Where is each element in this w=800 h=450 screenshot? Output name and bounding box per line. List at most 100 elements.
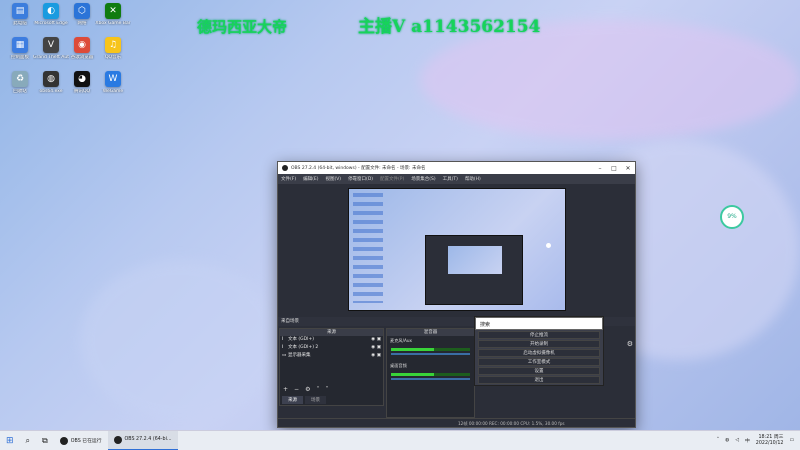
tray-chevron-icon[interactable]: ˄	[717, 438, 719, 443]
overlay-streamer-title: 德玛西亚大帝	[197, 18, 288, 36]
source-settings-icon[interactable]: ⚙	[305, 386, 310, 393]
obs-statusbar: 12帧 00:00:00 REC: 00:00:00 CPU: 1.5%, 30…	[278, 418, 635, 427]
menu-docks[interactable]: 停靠窗口(D)	[348, 176, 373, 182]
desktop-icon[interactable]: ✕ Xbox Game Bar	[95, 3, 131, 41]
close-button[interactable]: ✕	[621, 165, 635, 172]
tab-scenes[interactable]: 场景	[305, 396, 326, 404]
preview-desktop-icons	[353, 193, 383, 303]
move-up-icon[interactable]: ˄	[316, 386, 319, 393]
source-item[interactable]: ▭ 显示器采集 ◉ ▣	[280, 352, 383, 360]
start-recording-button[interactable]: 开始录制	[478, 340, 600, 348]
source-label: 显示器采集	[288, 353, 311, 358]
menu-tools[interactable]: 工具(T)	[443, 176, 458, 182]
eye-icon[interactable]: ◉	[371, 352, 375, 360]
start-button[interactable]: ⊞	[0, 431, 20, 450]
obs-logo-icon	[282, 165, 288, 171]
desktop-icon-label: WeGame	[102, 89, 124, 94]
app-icon: ◉	[74, 37, 90, 53]
wallpaper-swirl	[420, 20, 800, 140]
taskview-icon[interactable]: ⧉	[36, 431, 54, 450]
virtual-camera-button[interactable]: 启动虚拟摄像机	[478, 349, 600, 357]
menu-edit[interactable]: 编辑(E)	[303, 176, 318, 182]
sources-panel: 来源 I 文本 (GDI+) ◉ ▣ I 文本 (GDI+) 2 ◉ ▣ ▭ 显示器采集 ◉ ▣ …	[279, 328, 384, 406]
desktop-icon-label: Xbox Game Bar	[95, 21, 131, 26]
exit-button[interactable]: 退出	[478, 376, 600, 384]
obs-titlebar[interactable]: OBS 27.2.4 (64-bit, windows) - 配置文件: 未命名…	[278, 162, 635, 174]
app-icon: W	[105, 71, 121, 87]
settings-gear-icon[interactable]: ⚙	[627, 340, 633, 348]
obs-menubar: 文件(F) 编辑(E) 视图(V) 停靠窗口(D) 配置文件(P) 场景集合(S…	[278, 174, 635, 184]
taskbar: ⊞ ⌕ ⧉ OBS 已在运行 OBS 27.2.4 (64-bi... ˄ ◍ …	[0, 430, 800, 450]
taskbar-item-obs-window[interactable]: OBS 27.2.4 (64-bi...	[107, 430, 178, 450]
taskbar-item-obs-running[interactable]: OBS 已在运行	[54, 431, 108, 450]
search-icon[interactable]: ⌕	[20, 431, 36, 450]
eye-icon[interactable]: ◉	[371, 336, 375, 344]
app-icon: ♫	[105, 37, 121, 53]
overlay-contact-text: 主播V a1143562154	[358, 17, 541, 37]
remove-source-icon[interactable]: −	[294, 386, 299, 393]
taskbar-item-label: OBS 已在运行	[70, 439, 102, 444]
obs-preview[interactable]	[348, 188, 566, 311]
lock-icon[interactable]: ▣	[377, 352, 381, 360]
app-icon: ◕	[74, 71, 90, 87]
taskbar-item-label: OBS 27.2.4 (64-bi...	[124, 437, 172, 442]
lock-icon[interactable]: ▣	[377, 344, 381, 352]
source-label: 文本 (GDI+)	[288, 337, 314, 342]
preview-nested-screen	[448, 246, 502, 274]
stop-stream-button[interactable]: 停止推流	[478, 331, 600, 339]
menu-help[interactable]: 帮助(H)	[465, 176, 481, 182]
desktop-icon[interactable]: W WeGame	[95, 71, 131, 109]
desktop-volume-meter	[391, 373, 470, 376]
mixer-title: 混音器	[387, 329, 474, 336]
app-icon: ▤	[12, 3, 28, 19]
preview-cursor-dot	[546, 243, 551, 248]
app-icon: ✕	[105, 3, 121, 19]
settings-button[interactable]: 设置	[478, 367, 600, 375]
lock-icon[interactable]: ▣	[377, 336, 381, 344]
obs-window: OBS 27.2.4 (64-bit, windows) - 配置文件: 未命名…	[277, 161, 636, 428]
controls-dropdown: 搜索 停止推流 开始录制 启动虚拟摄像机 工作室模式 设置 退出	[474, 316, 604, 386]
cpu-usage-widget[interactable]: 9%	[720, 205, 744, 229]
app-icon: ♻	[12, 71, 28, 87]
source-item[interactable]: I 文本 (GDI+) 2 ◉ ▣	[280, 344, 383, 352]
menu-view[interactable]: 视图(V)	[325, 176, 341, 182]
desktop-volume-slider[interactable]	[391, 378, 470, 380]
menu-file[interactable]: 文件(F)	[281, 176, 296, 182]
mic-volume-slider[interactable]	[391, 353, 470, 355]
tab-sources[interactable]: 来源	[282, 396, 303, 404]
clock[interactable]: 18:21 周三 2022/10/12	[756, 435, 784, 447]
menu-profile[interactable]: 配置文件(P)	[380, 176, 404, 182]
mixer-channel-label: 麦克风/Aux	[390, 338, 412, 343]
network-icon[interactable]: ◍	[725, 438, 729, 443]
ime-icon[interactable]: 中	[745, 437, 750, 444]
notification-icon[interactable]: ▭	[789, 438, 794, 443]
app-icon: ▦	[12, 37, 28, 53]
source-item[interactable]: I 文本 (GDI+) ◉ ▣	[280, 336, 383, 344]
clock-date: 2022/10/12	[755, 440, 784, 446]
volume-icon[interactable]: ◁	[735, 438, 739, 443]
monitor-source-icon: ▭	[282, 353, 287, 358]
window-title: OBS 27.2.4 (64-bit, windows) - 配置文件: 未命名…	[291, 166, 426, 171]
system-tray: ˄ ◍ ◁ 中 18:21 周三 2022/10/12 ▭	[717, 435, 800, 447]
add-source-icon[interactable]: +	[283, 386, 288, 393]
move-down-icon[interactable]: ˅	[325, 386, 328, 393]
sources-toolbar: + − ⚙ ˄ ˅	[283, 386, 328, 393]
app-icon: ◍	[43, 71, 59, 87]
studio-mode-button[interactable]: 工作室模式	[478, 358, 600, 366]
mixer-channel-label: 桌面音频	[390, 363, 407, 368]
text-source-icon: I	[282, 345, 284, 350]
mic-volume-meter	[391, 348, 470, 351]
app-icon: V	[43, 37, 59, 53]
obs-logo-icon	[113, 435, 122, 444]
app-icon: ◐	[43, 3, 59, 19]
eye-icon[interactable]: ◉	[371, 344, 375, 352]
mixer-panel: 混音器 麦克风/Aux 桌面音频	[386, 328, 475, 418]
maximize-button[interactable]: □	[607, 165, 621, 172]
search-input[interactable]: 搜索	[475, 317, 603, 330]
desktop-icon[interactable]: ♫ QQ音乐	[95, 37, 131, 75]
minimize-button[interactable]: –	[593, 165, 607, 172]
menu-scene-collection[interactable]: 场景集合(S)	[411, 176, 435, 182]
text-source-icon: I	[282, 337, 284, 342]
sources-title: 来源	[280, 329, 383, 336]
cpu-usage-value: 9%	[727, 213, 737, 220]
